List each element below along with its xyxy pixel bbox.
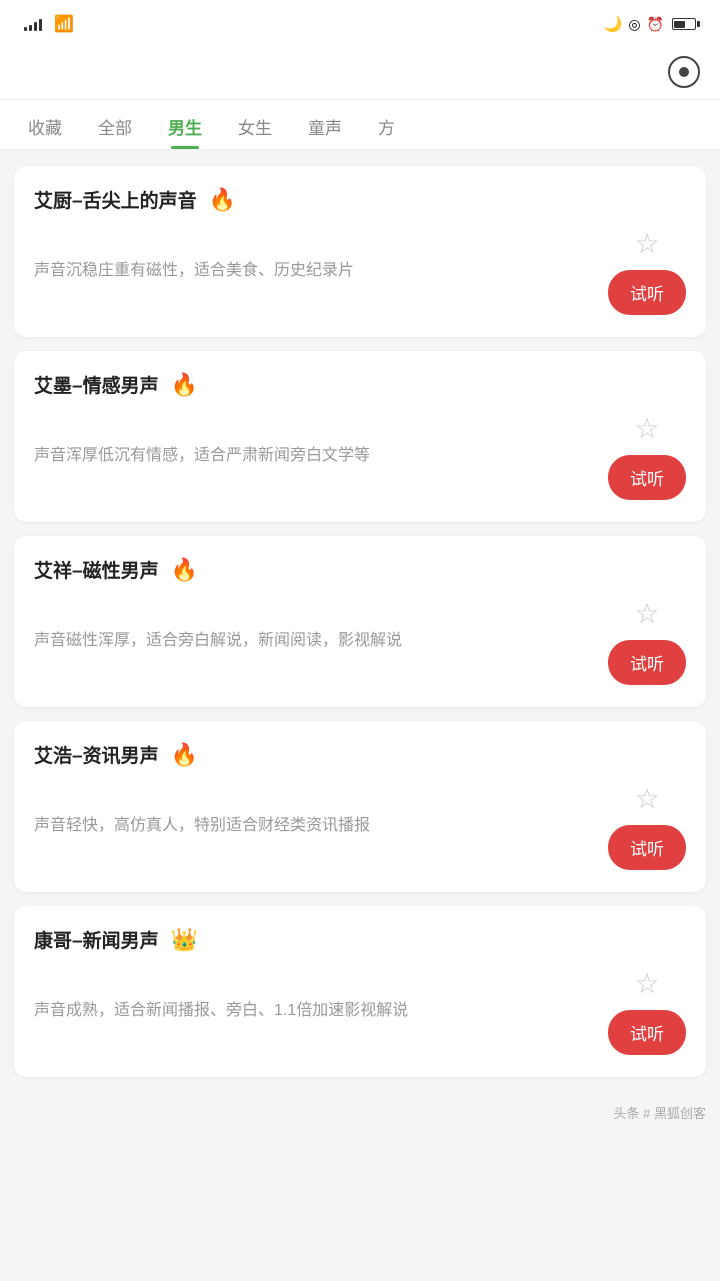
card-actions: ☆ 试听	[608, 597, 686, 685]
tab-collect[interactable]: 收藏	[10, 100, 80, 149]
fire-icon: 🔥	[209, 187, 236, 213]
card-actions: ☆ 试听	[608, 412, 686, 500]
card-body: 声音轻快，高仿真人，特别适合财经类资讯播报 ☆ 试听	[34, 782, 686, 870]
card-actions: ☆ 试听	[608, 967, 686, 1055]
location-icon: ◎	[628, 16, 640, 33]
card-actions: ☆ 试听	[608, 782, 686, 870]
voice-card-v2: 艾墨–情感男声 🔥 声音浑厚低沉有情感，适合严肃新闻旁白文学等 ☆ 试听	[14, 351, 706, 522]
tab-male[interactable]: 男生	[150, 100, 220, 149]
favorite-icon[interactable]: ☆	[634, 782, 659, 815]
voice-desc: 声音浑厚低沉有情感，适合严肃新闻旁白文学等	[34, 443, 608, 469]
signal-icon	[24, 17, 42, 31]
status-right: 🌙 ◎ ⏰	[604, 15, 696, 33]
record-icon	[679, 67, 689, 77]
battery-fill	[674, 21, 684, 28]
voice-list: 艾厨–舌尖上的声音 🔥 声音沉稳庄重有磁性，适合美食、历史纪录片 ☆ 试听 艾墨…	[0, 150, 720, 1093]
favorite-icon[interactable]: ☆	[634, 597, 659, 630]
favorite-icon[interactable]: ☆	[634, 412, 659, 445]
nav-actions	[652, 56, 700, 88]
card-header: 艾浩–资讯男声 🔥	[34, 741, 686, 768]
status-bar: 📶 🌙 ◎ ⏰	[0, 0, 720, 44]
card-body: 声音浑厚低沉有情感，适合严肃新闻旁白文学等 ☆ 试听	[34, 412, 686, 500]
voice-title: 康哥–新闻男声	[34, 926, 159, 953]
voice-title: 艾厨–舌尖上的声音	[34, 186, 197, 213]
tab-child[interactable]: 童声	[290, 100, 360, 149]
watermark-text: 头条 # 黑狐创客	[614, 1103, 706, 1122]
card-header: 康哥–新闻男声 👑	[34, 926, 686, 953]
favorite-icon[interactable]: ☆	[634, 227, 659, 260]
status-carrier: 📶	[24, 14, 74, 34]
record-button[interactable]	[668, 56, 700, 88]
voice-desc: 声音沉稳庄重有磁性，适合美食、历史纪录片	[34, 258, 608, 284]
voice-desc: 声音磁性浑厚，适合旁白解说，新闻阅读，影视解说	[34, 628, 608, 654]
try-button[interactable]: 试听	[608, 825, 686, 870]
card-header: 艾厨–舌尖上的声音 🔥	[34, 186, 686, 213]
crown-icon: 👑	[171, 927, 198, 953]
wifi-icon: 📶	[54, 14, 74, 34]
fire-icon: 🔥	[171, 557, 198, 583]
voice-card-v5: 康哥–新闻男声 👑 声音成熟，适合新闻播报、旁白、1.1倍加速影视解说 ☆ 试听	[14, 906, 706, 1077]
card-body: 声音沉稳庄重有磁性，适合美食、历史纪录片 ☆ 试听	[34, 227, 686, 315]
try-button[interactable]: 试听	[608, 640, 686, 685]
watermark: 头条 # 黑狐创客	[0, 1093, 720, 1138]
try-button[interactable]: 试听	[608, 1010, 686, 1055]
voice-title: 艾墨–情感男声	[34, 371, 159, 398]
battery-indicator	[670, 18, 696, 30]
voice-card-v3: 艾祥–磁性男声 🔥 声音磁性浑厚，适合旁白解说，新闻阅读，影视解说 ☆ 试听	[14, 536, 706, 707]
try-button[interactable]: 试听	[608, 455, 686, 500]
voice-desc: 声音轻快，高仿真人，特别适合财经类资讯播报	[34, 813, 608, 839]
tab-fang[interactable]: 方	[360, 100, 413, 149]
card-header: 艾墨–情感男声 🔥	[34, 371, 686, 398]
card-actions: ☆ 试听	[608, 227, 686, 315]
voice-card-v1: 艾厨–舌尖上的声音 🔥 声音沉稳庄重有磁性，适合美食、历史纪录片 ☆ 试听	[14, 166, 706, 337]
moon-icon: 🌙	[604, 15, 623, 33]
voice-card-v4: 艾浩–资讯男声 🔥 声音轻快，高仿真人，特别适合财经类资讯播报 ☆ 试听	[14, 721, 706, 892]
nav-bar	[0, 44, 720, 100]
try-button[interactable]: 试听	[608, 270, 686, 315]
alarm-icon: ⏰	[647, 16, 664, 33]
tabs-bar: 收藏全部男生女生童声方	[0, 100, 720, 150]
fire-icon: 🔥	[171, 372, 198, 398]
favorite-icon[interactable]: ☆	[634, 967, 659, 1000]
card-header: 艾祥–磁性男声 🔥	[34, 556, 686, 583]
voice-title: 艾浩–资讯男声	[34, 741, 159, 768]
fire-icon: 🔥	[171, 742, 198, 768]
battery-bar	[672, 18, 696, 30]
tab-female[interactable]: 女生	[220, 100, 290, 149]
voice-desc: 声音成熟，适合新闻播报、旁白、1.1倍加速影视解说	[34, 998, 608, 1024]
voice-title: 艾祥–磁性男声	[34, 556, 159, 583]
tab-all[interactable]: 全部	[80, 100, 150, 149]
card-body: 声音成熟，适合新闻播报、旁白、1.1倍加速影视解说 ☆ 试听	[34, 967, 686, 1055]
card-body: 声音磁性浑厚，适合旁白解说，新闻阅读，影视解说 ☆ 试听	[34, 597, 686, 685]
